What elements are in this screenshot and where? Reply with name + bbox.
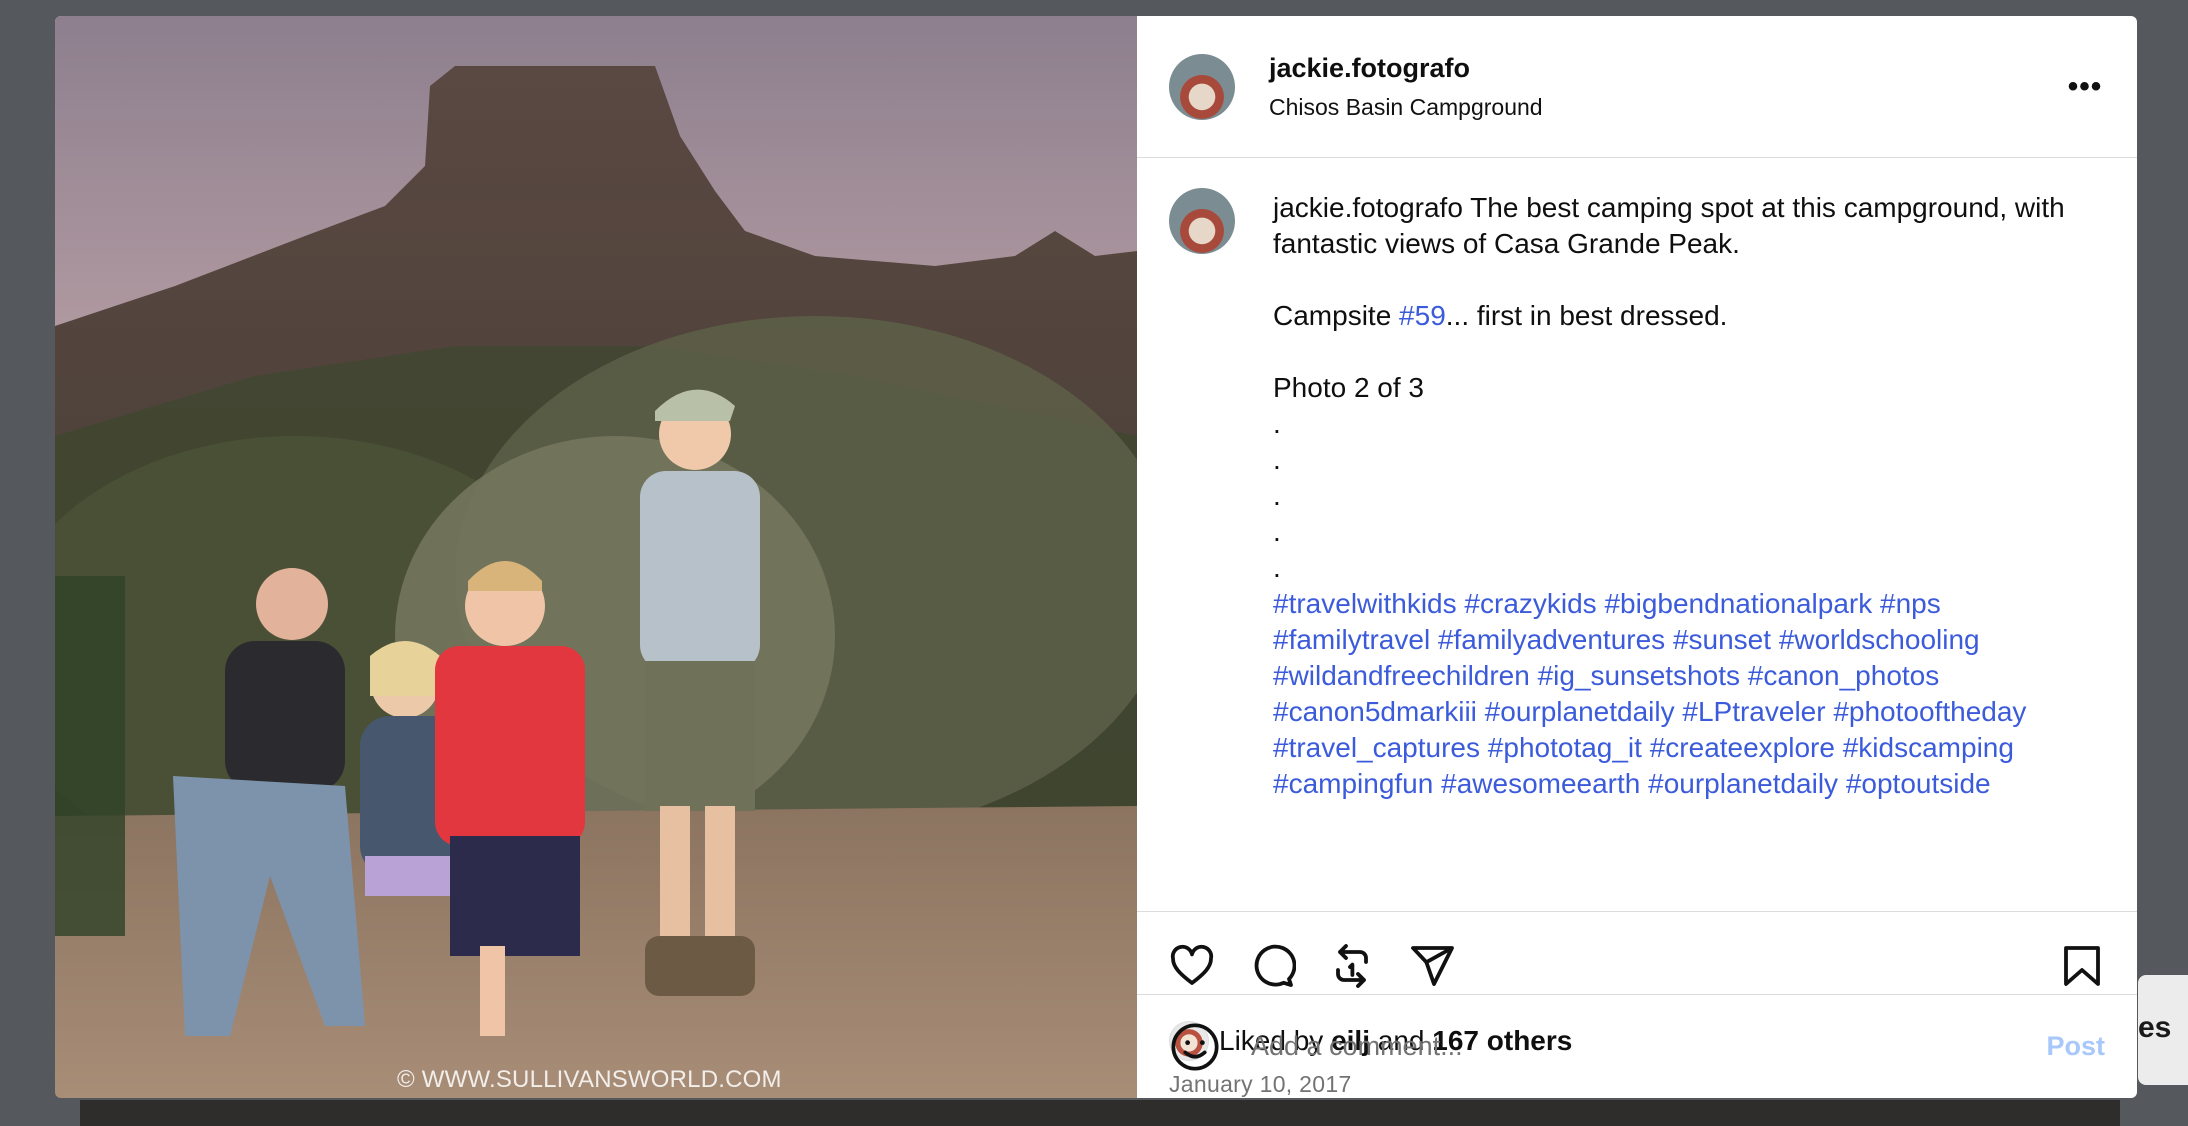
dot-line: . bbox=[1273, 408, 1281, 439]
hashtag[interactable]: #photooftheday bbox=[1833, 696, 2026, 727]
dot-line: . bbox=[1273, 480, 1281, 511]
dot-line: . bbox=[1273, 516, 1281, 547]
campsite-hashtag[interactable]: #59 bbox=[1399, 300, 1446, 331]
more-options-icon[interactable]: ••• bbox=[2065, 70, 2105, 104]
hashtag[interactable]: #sunset bbox=[1673, 624, 1771, 655]
hashtag[interactable]: #wildandfreechildren bbox=[1273, 660, 1530, 691]
post-location[interactable]: Chisos Basin Campground bbox=[1269, 94, 1543, 121]
campsite-prefix: Campsite bbox=[1273, 300, 1400, 331]
caption-text: jackie.fotografo The best camping spot a… bbox=[1273, 190, 2093, 802]
share-icon[interactable] bbox=[1403, 937, 1461, 995]
photo-illustration bbox=[55, 16, 1137, 1098]
hashtag[interactable]: #ourplanetdaily bbox=[1648, 768, 1838, 799]
hashtag[interactable]: #phototag_it bbox=[1488, 732, 1642, 763]
background-grid-strip bbox=[80, 1100, 2120, 1126]
caption-username[interactable]: jackie.fotografo bbox=[1273, 192, 1463, 223]
author-avatar[interactable] bbox=[1169, 53, 1235, 120]
heart-icon[interactable] bbox=[1163, 937, 1221, 995]
caption-row: jackie.fotografo The best camping spot a… bbox=[1169, 188, 2105, 802]
hashtag[interactable]: #worldschooling bbox=[1779, 624, 1980, 655]
hashtag[interactable]: #nps bbox=[1880, 588, 1941, 619]
hashtag[interactable]: #LPtraveler bbox=[1682, 696, 1825, 727]
dot-line: . bbox=[1273, 552, 1281, 583]
hashtag[interactable]: #travelwithkids bbox=[1273, 588, 1457, 619]
hashtag[interactable]: #kidscamping bbox=[1843, 732, 2014, 763]
hashtag[interactable]: #canon_photos bbox=[1748, 660, 1940, 691]
comment-bar: Post bbox=[1137, 994, 2137, 1098]
background-card-text: es bbox=[2138, 1011, 2172, 1044]
background-card: es bbox=[2138, 975, 2188, 1085]
hashtag[interactable]: #campingfun bbox=[1273, 768, 1433, 799]
hashtag[interactable]: #familyadventures bbox=[1438, 624, 1665, 655]
hashtag[interactable]: #ourplanetdaily bbox=[1485, 696, 1675, 727]
hashtag[interactable]: #optoutside bbox=[1846, 768, 1991, 799]
hashtag[interactable]: #createexplore bbox=[1650, 732, 1835, 763]
hashtag[interactable]: #bigbendnationalpark bbox=[1604, 588, 1872, 619]
campsite-suffix: ... first in best dressed. bbox=[1445, 300, 1728, 331]
author-username[interactable]: jackie.fotografo bbox=[1269, 53, 1543, 84]
hashtag[interactable]: #awesomeearth bbox=[1441, 768, 1640, 799]
post-details-panel: jackie.fotografo Chisos Basin Campground… bbox=[1137, 16, 2137, 1098]
hashtag[interactable]: #ig_sunsetshots bbox=[1538, 660, 1740, 691]
post-comment-button[interactable]: Post bbox=[2046, 1031, 2105, 1062]
hashtag[interactable]: #familytravel bbox=[1273, 624, 1430, 655]
hashtag[interactable]: #travel_captures bbox=[1273, 732, 1480, 763]
hashtag[interactable]: #canon5dmarkiii bbox=[1273, 696, 1477, 727]
comment-icon[interactable] bbox=[1243, 937, 1301, 995]
photo-watermark: © WWW.SULLIVANSWORLD.COM bbox=[397, 1066, 782, 1093]
post-photo[interactable]: © WWW.SULLIVANSWORLD.COM bbox=[55, 16, 1137, 1098]
bookmark-icon[interactable] bbox=[2053, 937, 2111, 995]
repost-icon[interactable] bbox=[1323, 937, 1381, 995]
header-text: jackie.fotografo Chisos Basin Campground bbox=[1269, 53, 1543, 121]
photo-count-line: Photo 2 of 3 bbox=[1273, 372, 1425, 403]
comment-input[interactable] bbox=[1251, 1031, 2047, 1062]
dot-line: . bbox=[1273, 444, 1281, 475]
caption-avatar[interactable] bbox=[1169, 188, 1235, 254]
post-modal: © WWW.SULLIVANSWORLD.COM jackie.fotograf… bbox=[55, 16, 2137, 1098]
post-header: jackie.fotografo Chisos Basin Campground… bbox=[1137, 16, 2137, 158]
hashtag[interactable]: #crazykids bbox=[1464, 588, 1596, 619]
emoji-icon[interactable] bbox=[1169, 1021, 1221, 1073]
caption-scroll-area[interactable]: jackie.fotografo The best camping spot a… bbox=[1137, 158, 2137, 911]
